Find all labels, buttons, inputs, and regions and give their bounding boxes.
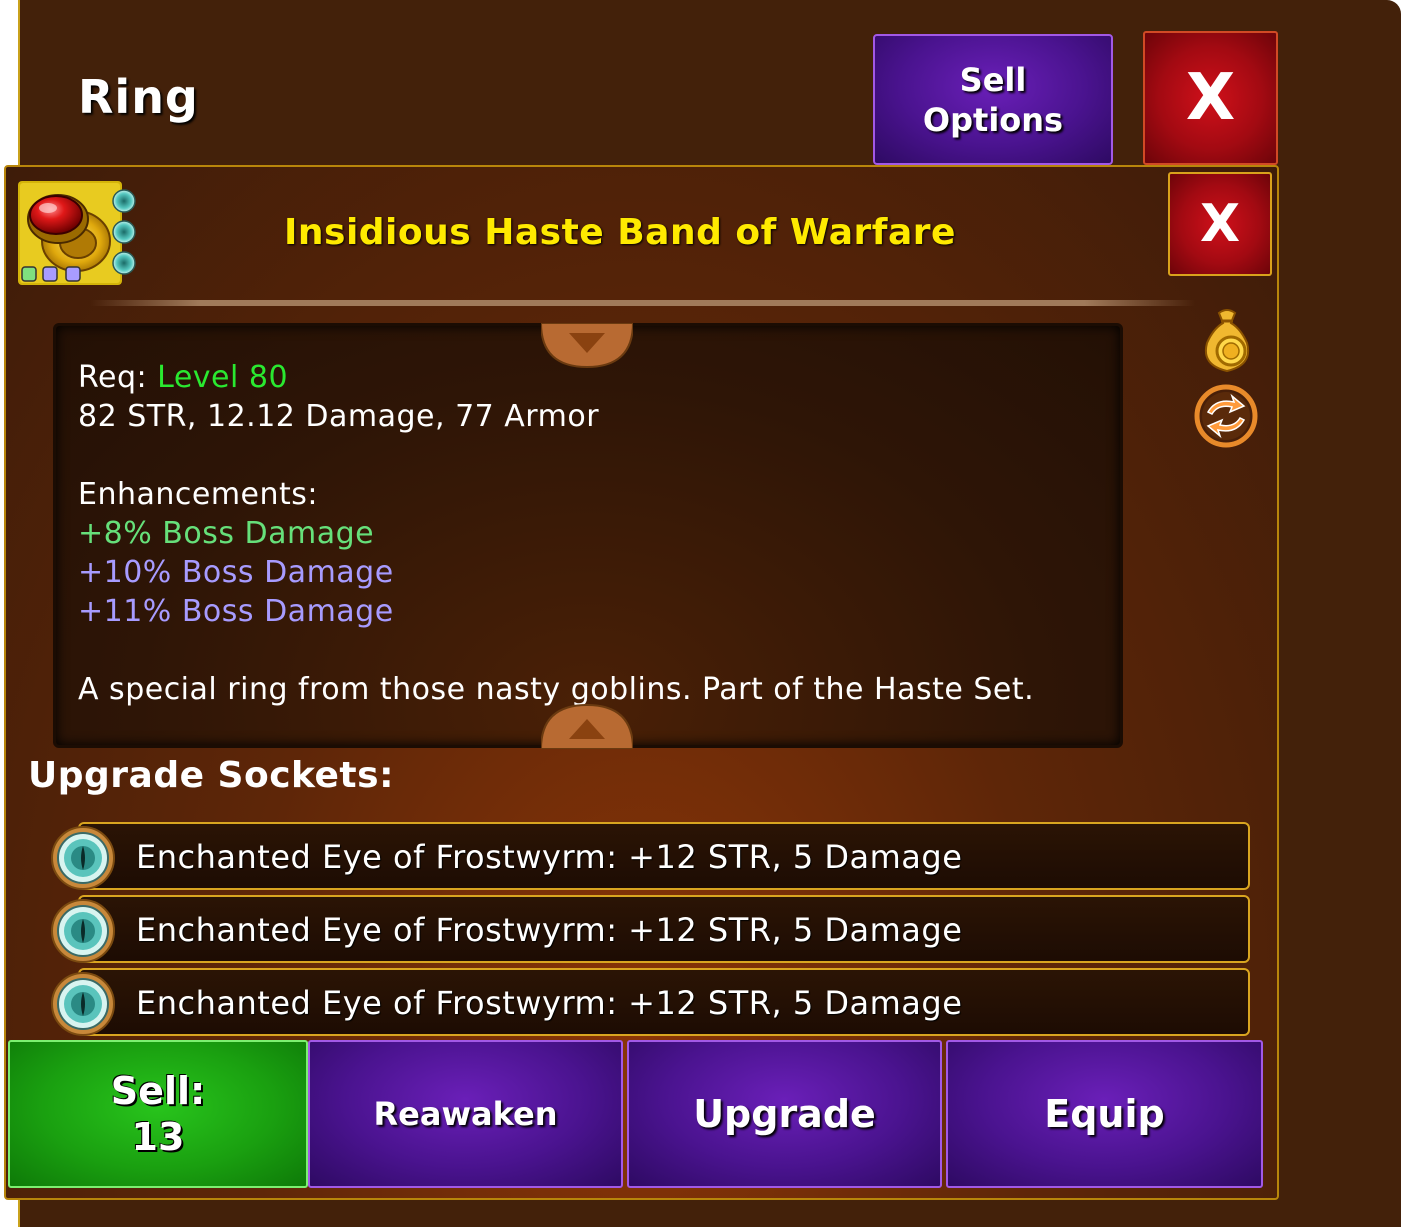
equip-label: Equip: [1044, 1092, 1165, 1136]
req-prefix: Req:: [78, 360, 158, 395]
sell-label: Sell:: [110, 1069, 206, 1113]
requirement-line: Req: Level 80: [78, 358, 1118, 397]
upgrade-button[interactable]: Upgrade: [627, 1040, 942, 1188]
socket-text: Enchanted Eye of Frostwyrm: +12 STR, 5 D…: [136, 984, 963, 1022]
sell-options-label-line2: Options: [922, 100, 1064, 139]
divider: [90, 300, 1195, 306]
scroll-up-icon[interactable]: [539, 703, 635, 750]
item-name: Insidious Haste Band of Warfare: [284, 212, 956, 253]
req-level: Level 80: [157, 360, 289, 395]
reawaken-label: Reawaken: [373, 1095, 558, 1133]
close-window-button[interactable]: X: [1143, 31, 1278, 165]
upgrade-label: Upgrade: [693, 1092, 876, 1136]
sell-button[interactable]: Sell: 13: [8, 1040, 308, 1188]
enhancement-item: +11% Boss Damage: [78, 594, 394, 629]
enhancements-label: Enhancements:: [78, 477, 319, 512]
sell-options-button[interactable]: Sell Options: [873, 34, 1113, 165]
sell-options-label-line1: Sell: [959, 60, 1027, 99]
close-icon: X: [1185, 61, 1236, 135]
frost-eye-gem-icon: [51, 826, 115, 890]
close-icon: X: [1199, 194, 1241, 254]
frost-eye-gem-icon: [51, 972, 115, 1036]
socket-text: Enchanted Eye of Frostwyrm: +12 STR, 5 D…: [136, 911, 963, 949]
item-stats: 82 STR, 12.12 Damage, 77 Armor: [78, 399, 600, 434]
enhancement-item: +8% Boss Damage: [78, 516, 375, 551]
equip-button[interactable]: Equip: [946, 1040, 1263, 1188]
upgrade-sockets-label: Upgrade Sockets:: [28, 755, 394, 796]
page-title: Ring: [78, 70, 199, 124]
item-description: Req: Level 80 82 STR, 12.12 Damage, 77 A…: [78, 358, 1118, 709]
frost-eye-gem-icon: [51, 899, 115, 963]
enhancement-item: +10% Boss Damage: [78, 555, 394, 590]
close-item-button[interactable]: X: [1168, 172, 1272, 276]
gold-bag-icon[interactable]: [1197, 307, 1257, 375]
reawaken-button[interactable]: Reawaken: [308, 1040, 623, 1188]
socket-text: Enchanted Eye of Frostwyrm: +12 STR, 5 D…: [136, 838, 963, 876]
ring-item-icon: [18, 181, 138, 285]
refresh-cycle-icon[interactable]: [1194, 384, 1258, 448]
sell-value: 13: [131, 1115, 185, 1159]
